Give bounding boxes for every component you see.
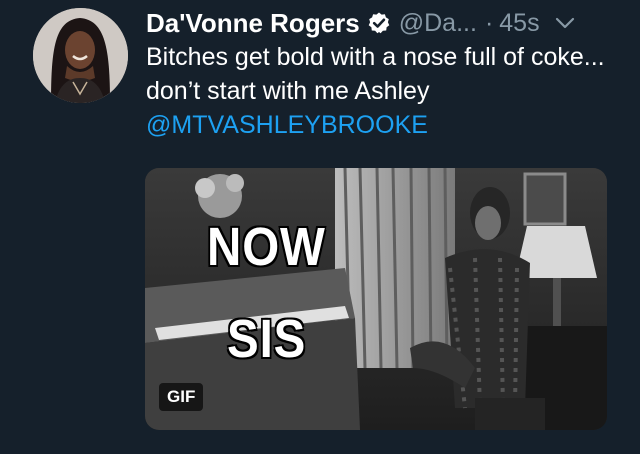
gif-caption-line-1: NOW [207, 217, 326, 277]
user-handle[interactable]: @Da... [399, 9, 477, 38]
gif-frame [145, 168, 607, 430]
mention-link[interactable]: @MTVASHLEYBROOKE [146, 108, 428, 142]
chevron-down-icon[interactable] [554, 12, 576, 34]
timestamp[interactable]: 45s [499, 9, 539, 38]
avatar[interactable] [33, 8, 128, 103]
gif-caption-line-2: SIS [227, 309, 307, 369]
avatar-photo [33, 8, 128, 103]
tweet-header: Da'Vonne Rogers @Da... · 45s [146, 6, 620, 40]
verified-badge-icon [367, 11, 391, 35]
tweet[interactable]: Da'Vonne Rogers @Da... · 45s Bitches get… [0, 0, 640, 454]
separator-dot: · [484, 8, 494, 37]
gif-media[interactable]: NOW SIS GIF [145, 168, 607, 430]
tweet-text: Bitches get bold with a nose full of cok… [146, 43, 605, 105]
display-name[interactable]: Da'Vonne Rogers [146, 8, 360, 39]
gif-badge: GIF [159, 383, 204, 411]
